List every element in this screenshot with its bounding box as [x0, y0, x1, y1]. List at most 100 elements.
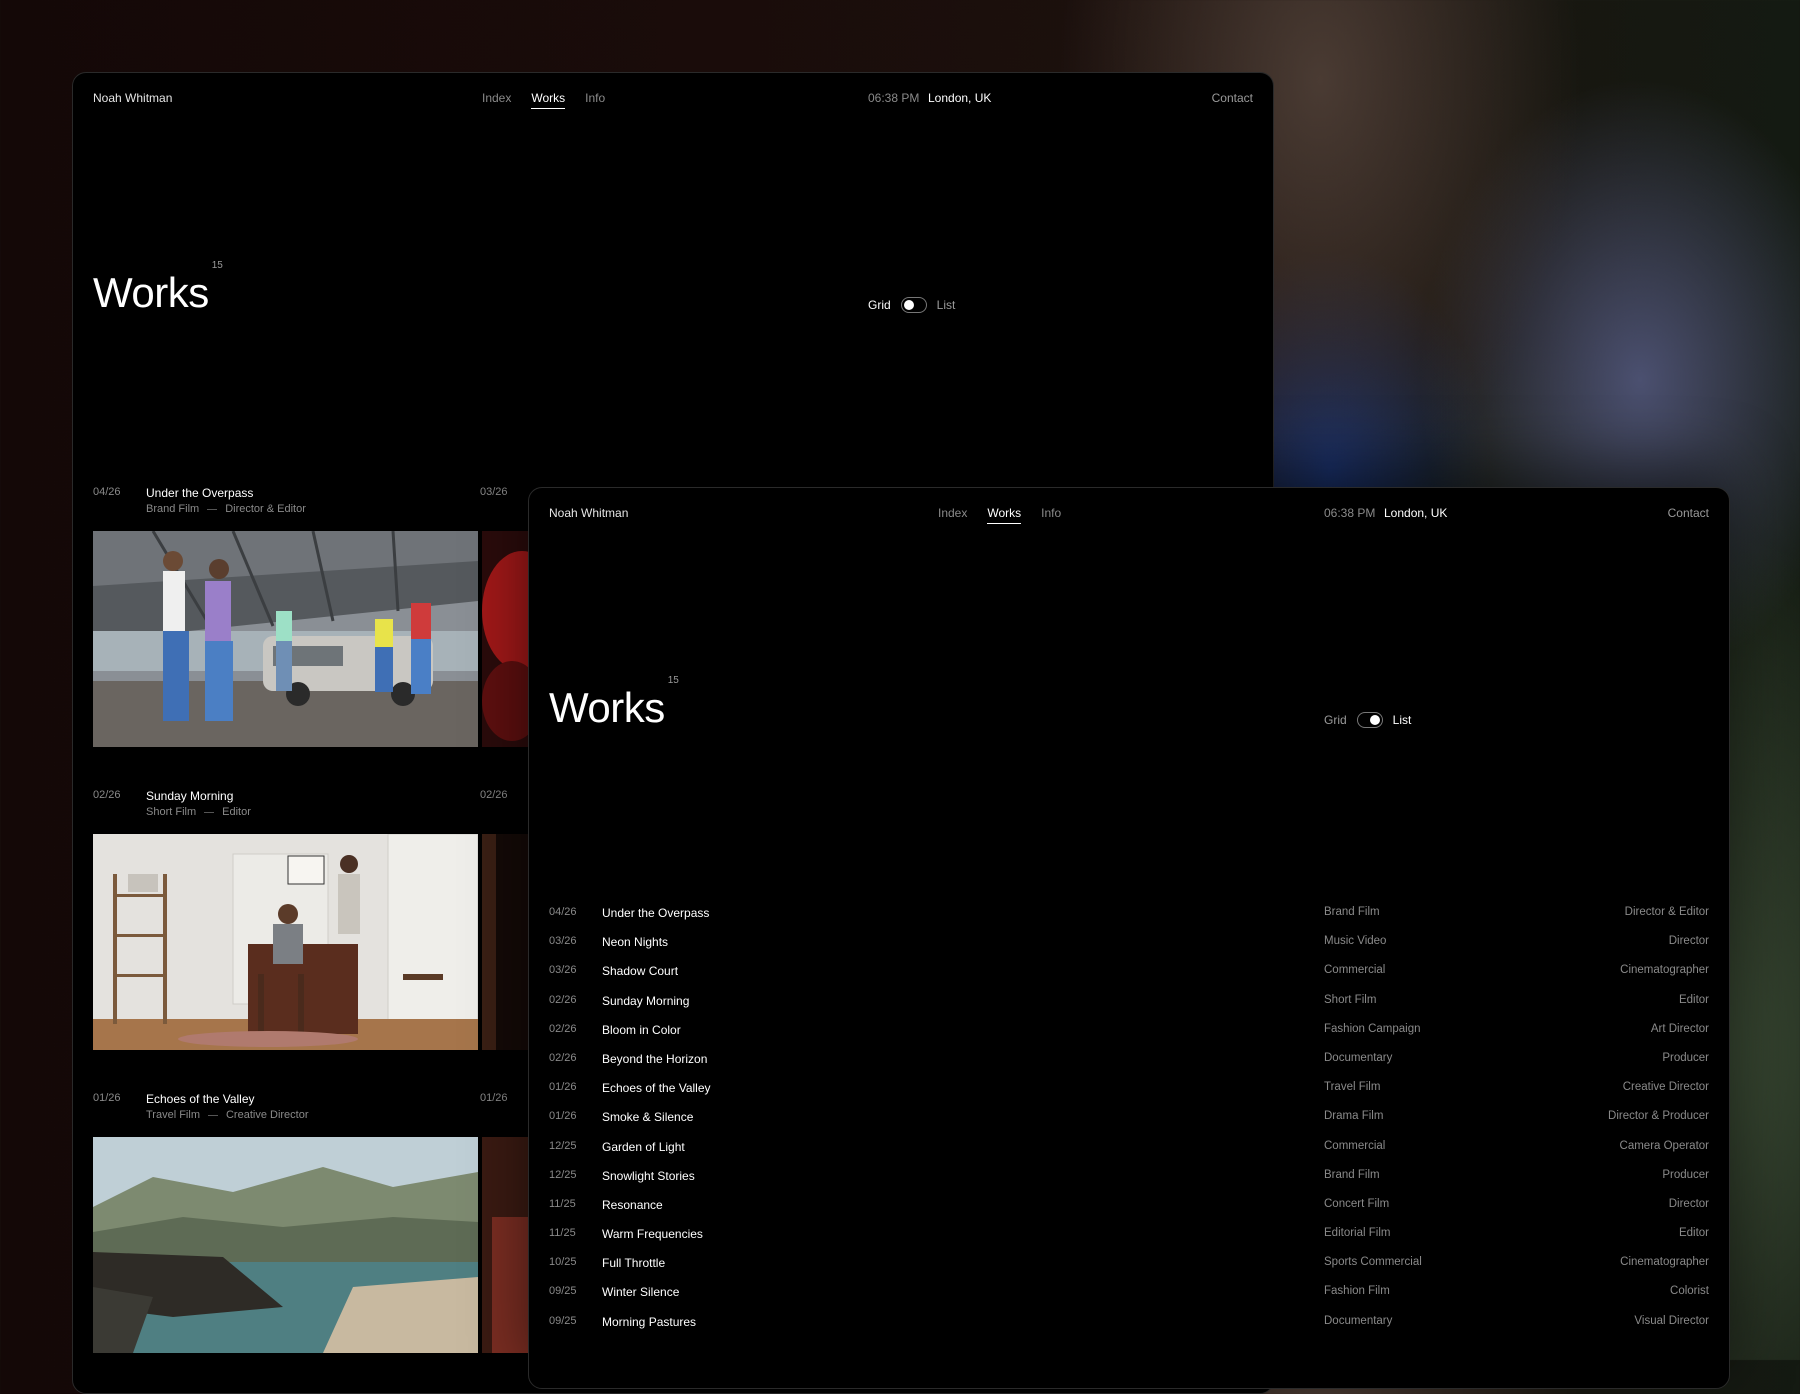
- row-date: 09/25: [549, 1314, 577, 1327]
- work-list-row[interactable]: 01/26 Smoke & Silence Drama Film Director &…: [549, 1110, 1709, 1139]
- location: London, UK: [928, 91, 992, 105]
- row-date: 01/26: [549, 1110, 577, 1123]
- work-list-row[interactable]: 09/25 Winter Silence Fashion Film Colorist: [549, 1285, 1709, 1314]
- work-list-row[interactable]: 01/26 Echoes of the Valley Travel Film Crea…: [549, 1081, 1709, 1110]
- card-date: 02/26: [93, 789, 121, 801]
- row-title[interactable]: Morning Pastures: [602, 1315, 696, 1329]
- grid-list-switch[interactable]: [900, 297, 927, 313]
- toggle-label-list[interactable]: List: [937, 298, 956, 312]
- location: London, UK: [1384, 506, 1448, 520]
- row-title[interactable]: Winter Silence: [602, 1285, 679, 1299]
- row-date: 03/26: [549, 935, 577, 948]
- work-list-row[interactable]: 12/25 Snowlight Stories Brand Film Producer: [549, 1169, 1709, 1198]
- card-role: Director & Editor: [225, 503, 306, 515]
- card-meta: Brand Film Director & Editor: [146, 503, 306, 515]
- meta-divider: [207, 1114, 218, 1116]
- row-role: Cinematographer: [1620, 1256, 1709, 1269]
- row-type: Commercial: [1324, 1139, 1386, 1152]
- row-role: Editor: [1678, 1227, 1709, 1240]
- card-type: Short Film: [146, 806, 197, 818]
- row-type: Short Film: [1324, 993, 1377, 1006]
- row-title[interactable]: Beyond the Horizon: [602, 1052, 707, 1066]
- row-date: 02/26: [549, 1051, 577, 1064]
- card-thumbnail[interactable]: [93, 531, 478, 747]
- card-title[interactable]: Under the Overpass: [146, 486, 253, 500]
- card-type: Brand Film: [146, 503, 200, 515]
- card-title[interactable]: Sunday Morning: [146, 789, 233, 803]
- row-date: 12/25: [549, 1168, 577, 1181]
- works-list: 04/26 Under the Overpass Brand Film Directo…: [549, 906, 1709, 1344]
- brand-name[interactable]: Noah Whitman: [549, 506, 628, 520]
- contact-link[interactable]: Contact: [1212, 91, 1253, 105]
- row-type: Brand Film: [1324, 1168, 1380, 1181]
- row-title[interactable]: Resonance: [602, 1198, 663, 1212]
- row-type: Brand Film: [1324, 906, 1380, 918]
- toggle-label-grid[interactable]: Grid: [868, 298, 891, 312]
- card-meta: Short Film Editor: [146, 806, 251, 818]
- nav-link-works[interactable]: Works: [531, 91, 566, 109]
- row-date: 11/25: [549, 1227, 576, 1240]
- work-list-row[interactable]: 12/25 Garden of Light Commercial Camera Ope…: [549, 1140, 1709, 1169]
- toggle-label-grid[interactable]: Grid: [1324, 713, 1347, 727]
- work-list-row[interactable]: 09/25 Morning Pastures Documentary Visual D…: [549, 1315, 1709, 1344]
- row-title[interactable]: Full Throttle: [602, 1256, 665, 1270]
- row-date: 03/26: [549, 964, 577, 977]
- card-title[interactable]: Echoes of the Valley: [146, 1092, 255, 1106]
- grid-list-switch[interactable]: [1356, 712, 1383, 728]
- card-thumbnail[interactable]: [93, 1137, 478, 1353]
- nav-link-index[interactable]: Index: [482, 91, 511, 109]
- work-list-row[interactable]: 02/26 Beyond the Horizon Documentary Produc…: [549, 1052, 1709, 1081]
- contact-link[interactable]: Contact: [1668, 506, 1709, 520]
- row-type: Fashion Campaign: [1324, 1022, 1421, 1035]
- row-title[interactable]: Echoes of the Valley: [602, 1081, 711, 1095]
- card-meta: Travel Film Creative Director: [146, 1109, 309, 1121]
- work-list-row[interactable]: 11/25 Resonance Concert Film Director: [549, 1198, 1709, 1227]
- row-title[interactable]: Garden of Light: [602, 1140, 685, 1154]
- page-title: Works15: [93, 260, 223, 317]
- nav-links: Index Works Info: [938, 506, 1061, 524]
- row-title[interactable]: Under the Overpass: [602, 906, 709, 920]
- work-list-row[interactable]: 04/26 Under the Overpass Brand Film Directo…: [549, 906, 1709, 935]
- works-count: 15: [211, 260, 223, 271]
- row-title[interactable]: Shadow Court: [602, 964, 678, 978]
- row-title[interactable]: Warm Frequencies: [602, 1227, 703, 1241]
- nav-link-info[interactable]: Info: [1041, 506, 1061, 524]
- work-list-row[interactable]: 02/26 Bloom in Color Fashion Campaign Art D…: [549, 1023, 1709, 1052]
- work-list-row[interactable]: 10/25 Full Throttle Sports Commercial Cinem…: [549, 1256, 1709, 1285]
- switch-knob: [1369, 715, 1380, 725]
- row-title[interactable]: Neon Nights: [602, 935, 668, 949]
- nav-links: Index Works Info: [482, 91, 605, 109]
- row-title[interactable]: Bloom in Color: [602, 1023, 681, 1037]
- row-date: 11/25: [549, 1197, 576, 1210]
- card-thumbnail[interactable]: [93, 834, 478, 1050]
- row-date: 02/26: [549, 1022, 577, 1035]
- row-role: Art Director: [1650, 1022, 1709, 1035]
- row-date: 04/26: [549, 906, 577, 918]
- nav-link-works[interactable]: Works: [987, 506, 1022, 524]
- card-role: Creative Director: [225, 1109, 309, 1121]
- works-count: 15: [667, 675, 679, 686]
- list-view-window: Noah Whitman Index Works Info 06:38 PM L…: [528, 487, 1730, 1389]
- row-title[interactable]: Snowlight Stories: [602, 1169, 695, 1183]
- card-date: 01/26: [93, 1092, 121, 1104]
- page-title: Works15: [549, 675, 679, 732]
- row-date: 10/25: [549, 1256, 577, 1269]
- work-list-row[interactable]: 02/26 Sunday Morning Short Film Editor: [549, 994, 1709, 1023]
- row-role: Director & Editor: [1624, 906, 1709, 918]
- row-title[interactable]: Sunday Morning: [602, 994, 689, 1008]
- row-date: 12/25: [549, 1139, 577, 1152]
- work-list-row[interactable]: 03/26 Shadow Court Commercial Cinematograph…: [549, 964, 1709, 993]
- work-list-row[interactable]: 11/25 Warm Frequencies Editorial Film Edito…: [549, 1227, 1709, 1256]
- row-type: Documentary: [1324, 1314, 1393, 1327]
- brand-name[interactable]: Noah Whitman: [93, 91, 172, 105]
- work-list-row[interactable]: 03/26 Neon Nights Music Video Director: [549, 935, 1709, 964]
- nav-link-info[interactable]: Info: [585, 91, 605, 109]
- row-title[interactable]: Smoke & Silence: [602, 1110, 693, 1124]
- nav-link-index[interactable]: Index: [938, 506, 967, 524]
- row-type: Editorial Film: [1324, 1227, 1391, 1240]
- view-toggle: Grid List: [868, 297, 955, 313]
- page-title-text: Works: [93, 269, 209, 316]
- top-nav: Noah Whitman Index Works Info 06:38 PM L…: [73, 91, 1273, 115]
- toggle-label-list[interactable]: List: [1393, 713, 1412, 727]
- row-role: Camera Operator: [1619, 1139, 1709, 1152]
